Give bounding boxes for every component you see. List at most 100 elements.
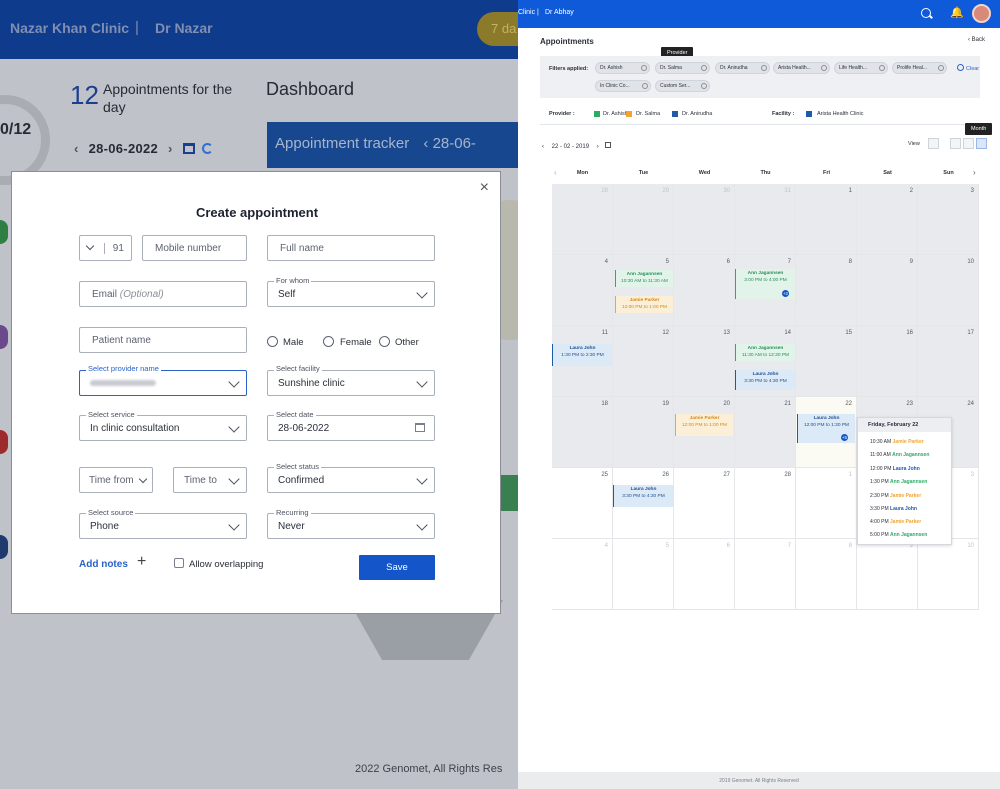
- more-events-badge[interactable]: +5: [841, 434, 848, 441]
- popup-event-row[interactable]: 4:00 PM Jamie Parker: [870, 519, 921, 525]
- popup-event-row[interactable]: 2:30 PM Jamie Parker: [870, 493, 921, 499]
- time-from-select[interactable]: Time from: [79, 467, 153, 493]
- gender-female-radio[interactable]: [323, 336, 334, 347]
- popup-event-row[interactable]: 5:00 PM Ann Jagannsen: [870, 532, 927, 538]
- date-next-button[interactable]: ›: [168, 141, 173, 156]
- calendar-day-cell[interactable]: 6: [674, 255, 735, 326]
- close-icon[interactable]: [938, 65, 944, 71]
- filter-chip[interactable]: Dr. Anirudha: [715, 62, 770, 74]
- calendar-day-cell[interactable]: 6: [674, 539, 735, 610]
- days-pill[interactable]: 7 da: [477, 12, 518, 46]
- calendar-day-cell[interactable]: 5: [613, 539, 674, 610]
- filter-chip[interactable]: Custom Ser...: [655, 80, 710, 92]
- filter-chip[interactable]: Dr. Salma: [655, 62, 710, 74]
- view-list-button[interactable]: [963, 138, 974, 149]
- month-next-button[interactable]: ›: [597, 144, 599, 150]
- calendar-day-cell[interactable]: 30: [674, 184, 735, 255]
- country-code-select[interactable]: 91: [79, 235, 132, 261]
- search-icon[interactable]: [921, 8, 931, 18]
- calendar-day-cell[interactable]: 19: [613, 397, 674, 468]
- calendar-event[interactable]: Laura John 3:30 PM to 4:30 PM: [735, 370, 795, 390]
- patient-name-input[interactable]: Patient name: [79, 327, 247, 353]
- calendar-day-cell[interactable]: 28: [735, 468, 796, 539]
- filter-chip[interactable]: Prolife Heal...: [892, 62, 947, 74]
- calendar-event[interactable]: Laura John 1:30 PM to 2:30 PM: [552, 344, 612, 366]
- add-notes-link[interactable]: Add notes: [79, 559, 128, 570]
- filter-chip[interactable]: Dr. Ashish: [595, 62, 650, 74]
- time-to-select[interactable]: Time to: [173, 467, 247, 493]
- full-name-input[interactable]: Full name: [267, 235, 435, 261]
- close-icon[interactable]: ×: [480, 179, 489, 197]
- calendar-icon[interactable]: [183, 143, 195, 154]
- calendar-event[interactable]: Laura John 3:30 PM to 4:30 PM: [613, 485, 673, 507]
- back-link[interactable]: ‹ Back: [968, 37, 985, 43]
- plus-icon[interactable]: +: [137, 553, 146, 571]
- calendar-day-cell[interactable]: 1: [796, 184, 857, 255]
- popup-event-row[interactable]: 12:00 PM Laura John: [870, 466, 920, 472]
- popup-event-row[interactable]: 1:30 PM Ann Jagannsen: [870, 479, 927, 485]
- calendar-day-cell[interactable]: 4: [552, 255, 613, 326]
- calendar-day-cell[interactable]: 18: [552, 397, 613, 468]
- calendar-event[interactable]: Jamie Parker 12:00 PM to 1:00 PM: [675, 414, 733, 436]
- email-input[interactable]: Email (Optional): [79, 281, 247, 307]
- close-icon[interactable]: [761, 65, 767, 71]
- calendar-day-cell[interactable]: 10: [918, 255, 979, 326]
- facility-select[interactable]: Sunshine clinic: [267, 370, 435, 396]
- view-week-button[interactable]: [950, 138, 961, 149]
- popup-event-row[interactable]: 11:00 AM Ann Jagannsen: [870, 452, 929, 458]
- month-prev-button[interactable]: ‹: [542, 144, 544, 150]
- calendar-day-cell[interactable]: 7: [735, 539, 796, 610]
- calendar-event[interactable]: Jamie Parker 12:00 PM to 1:00 PM: [615, 296, 673, 313]
- calendar-day-cell[interactable]: 5: [613, 255, 674, 326]
- calendar-day-cell[interactable]: 31: [735, 184, 796, 255]
- popup-event-row[interactable]: 3:30 PM Laura John: [870, 506, 917, 512]
- filter-chip[interactable]: In Clinic Co...: [595, 80, 651, 92]
- avatar[interactable]: [972, 4, 991, 23]
- close-icon[interactable]: [701, 65, 707, 71]
- clear-filters-link[interactable]: Clear: [966, 66, 979, 72]
- close-icon[interactable]: [642, 83, 648, 89]
- calendar-icon[interactable]: [605, 142, 611, 148]
- calendar-day-cell[interactable]: 8: [796, 539, 857, 610]
- save-button[interactable]: Save: [359, 555, 435, 580]
- gender-male-radio[interactable]: [267, 336, 278, 347]
- popup-event-row[interactable]: 10:30 AM Jamie Parker: [870, 439, 924, 445]
- calendar-day-cell[interactable]: 27: [674, 468, 735, 539]
- mobile-number-input[interactable]: Mobile number: [142, 235, 247, 261]
- more-events-badge[interactable]: +2: [782, 290, 789, 297]
- bell-icon[interactable]: 🔔: [950, 6, 964, 19]
- calendar-day-cell[interactable]: 28: [552, 184, 613, 255]
- calendar-day-cell[interactable]: 3: [918, 184, 979, 255]
- calendar-day-cell[interactable]: 2: [857, 184, 918, 255]
- calendar-day-cell[interactable]: 16: [857, 326, 918, 397]
- calendar-day-cell[interactable]: 13: [674, 326, 735, 397]
- calendar-day-cell[interactable]: 21: [735, 397, 796, 468]
- allow-overlapping-checkbox[interactable]: [174, 558, 184, 568]
- calendar-day-cell[interactable]: 12: [613, 326, 674, 397]
- calendar-day-cell[interactable]: 4: [552, 539, 613, 610]
- filter-chip[interactable]: Life Health...: [834, 62, 888, 74]
- calendar-day-cell[interactable]: 29: [613, 184, 674, 255]
- view-month-button[interactable]: [976, 138, 987, 149]
- close-icon[interactable]: [879, 65, 885, 71]
- close-icon[interactable]: [701, 83, 707, 89]
- provider-select[interactable]: [79, 370, 247, 396]
- calendar-day-cell[interactable]: 1: [796, 468, 857, 539]
- date-prev-button[interactable]: ‹: [74, 141, 79, 156]
- refresh-icon[interactable]: [202, 143, 213, 154]
- calendar-day-cell[interactable]: 9: [857, 255, 918, 326]
- close-icon[interactable]: [821, 65, 827, 71]
- gender-other-radio[interactable]: [379, 336, 390, 347]
- calendar-day-cell[interactable]: 15: [796, 326, 857, 397]
- calendar-event[interactable]: Ann Jagannsen 10:30 AM to 11:30 AM: [615, 270, 673, 287]
- calendar-day-cell[interactable]: 17: [918, 326, 979, 397]
- filter-chip[interactable]: Arista Health...: [773, 62, 830, 74]
- calendar-day-cell[interactable]: 25: [552, 468, 613, 539]
- calendar-icon[interactable]: [415, 423, 425, 432]
- calendar-day-cell[interactable]: 9: [857, 539, 918, 610]
- view-day-button[interactable]: [928, 138, 939, 149]
- clear-icon[interactable]: [957, 64, 964, 71]
- calendar-day-cell[interactable]: 8: [796, 255, 857, 326]
- calendar-event[interactable]: Ann Jagannsen 11:30 AM to 12:30 PM: [735, 344, 795, 361]
- close-icon[interactable]: [641, 65, 647, 71]
